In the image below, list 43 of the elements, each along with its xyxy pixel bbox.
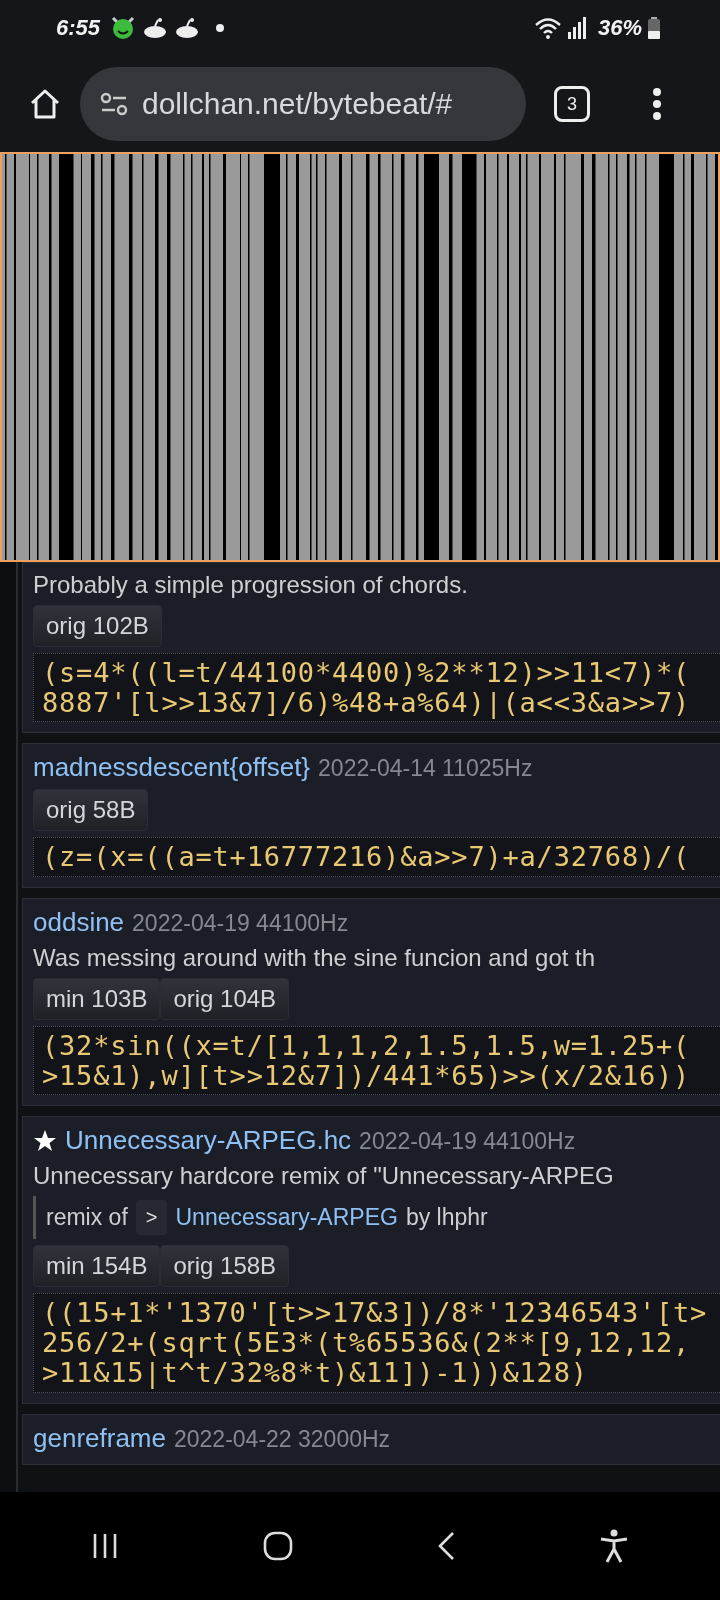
battery-percentage: 36% [597, 15, 642, 41]
post-description: Unnecessary hardcore remix of "Unnecessary-ARPEG [33, 1162, 615, 1191]
post-meta: 2022-04-19 44100Hz [132, 910, 349, 938]
code-size-button[interactable]: orig 102B [33, 605, 162, 647]
post-meta: 2022-04-14 11025Hz [318, 755, 533, 783]
code-block[interactable]: (z=(x=((a=t+16777216)&a>>7)+a/32768)/( [33, 837, 720, 878]
wifi-icon [533, 16, 562, 40]
code-block[interactable]: (32*sin((x=t/[1,1,1,2,1.5,1.5,w=1.25+( >15&1),w][t>>12&7])/441*65)>>(x/2&16)) [33, 1026, 720, 1096]
post-title-link[interactable]: madnessdescent{offset} [33, 752, 311, 784]
remix-link[interactable]: Unnecessary-ARPEG [175, 1204, 398, 1232]
post-description: Probably a simple progression of chords. [33, 571, 469, 599]
home-button-icon[interactable] [261, 1530, 294, 1562]
site-settings-icon[interactable] [100, 92, 128, 116]
remix-button[interactable]: > [135, 1200, 168, 1236]
post-description: Was messing around with the sine funcion and got th [33, 944, 597, 973]
code-size-button[interactable]: min 103B [33, 978, 161, 1021]
signal-icon [567, 17, 586, 39]
code-size-button[interactable]: min 154B [33, 1245, 161, 1288]
more-menu-icon[interactable] [652, 87, 662, 121]
alien-icon [174, 17, 201, 39]
home-icon[interactable] [28, 87, 62, 121]
code-block[interactable]: ((15+1*'1370'[t>>17&3])/8*'12346543'[t> 256/2+(sqrt(5E3*(t%65536&(2**[9,12,12, >11&15|t^t/32%8*t)&11])-1))&128) [33, 1293, 720, 1393]
notification-dot-icon [216, 24, 225, 32]
code-size-button[interactable]: orig 58B [33, 789, 149, 832]
address-bar[interactable]: dollchan.net/bytebeat/# [80, 67, 526, 141]
alien-icon [142, 17, 169, 39]
battery-icon [648, 17, 660, 39]
star-icon[interactable] [33, 1128, 57, 1153]
code-size-button[interactable]: orig 158B [160, 1245, 290, 1288]
remix-author: by lhphr [405, 1204, 488, 1232]
accessibility-icon[interactable] [598, 1529, 629, 1563]
post-title-link[interactable]: oddsine [33, 907, 125, 939]
clock: 6:55 [56, 15, 101, 41]
remix-label: remix of [46, 1204, 128, 1232]
back-icon[interactable] [436, 1531, 457, 1561]
post-title-link[interactable]: Unnecessary-ARPEG.hc [65, 1125, 352, 1157]
tab-count-button[interactable]: 3 [554, 86, 590, 122]
devil-face-icon [110, 15, 137, 41]
code-block[interactable]: (s=4*((l=t/44100*4400)%2**12)>>11<7)*( 8887'[l>>13&7]/6)%48+a%64)|(a<<3&a>>7) [33, 653, 720, 723]
post-meta: 2022-04-22 32000Hz [173, 1425, 391, 1453]
post-meta: 2022-04-19 44100Hz [359, 1128, 576, 1156]
code-size-button[interactable]: orig 104B [160, 978, 290, 1021]
post-title-link[interactable]: genreframe [33, 1422, 166, 1454]
